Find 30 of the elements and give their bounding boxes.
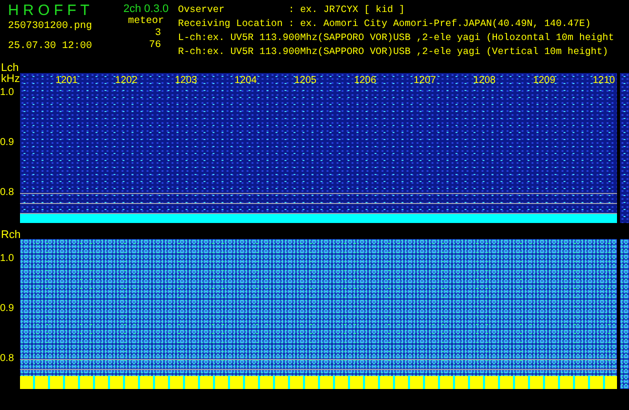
channel-label: Lch bbox=[1, 62, 19, 74]
frequency-label: 1206 bbox=[354, 75, 376, 87]
frequency-label: 1208 bbox=[473, 75, 496, 87]
axis-label: 1.0 bbox=[0, 87, 14, 99]
axis-label: 0.9 bbox=[0, 303, 14, 315]
meteor-count: 76 bbox=[148, 40, 161, 52]
frequency-label: 1209 bbox=[533, 75, 556, 87]
frequency-label: 1205 bbox=[294, 75, 316, 87]
axis-label: 1.0 bbox=[0, 253, 14, 265]
axis-label: 0.9 bbox=[0, 137, 14, 149]
frequency-label: 1207 bbox=[414, 75, 436, 87]
axis-label: 0.8 bbox=[0, 353, 14, 365]
station-info: Ovserver : ex. JR7CYX [ kid ] bbox=[178, 3, 406, 17]
station-info: Receiving Location : ex. Aomori City Aomori-Pref.JAPAN(40.49N, 140.47E) bbox=[178, 17, 592, 31]
file-name: 2507301200.png bbox=[8, 20, 94, 34]
app-title: H R O F F T bbox=[8, 2, 90, 20]
frequency-label: 1203 bbox=[174, 75, 198, 87]
station-info: R-ch:ex. UV5R 113.900Mhz(SAPPORO VOR)USB ,2-ele yagi (Vertical 10m height) bbox=[178, 45, 610, 59]
frequency-label: 1201 bbox=[55, 75, 78, 87]
channel-label: Rch bbox=[1, 229, 21, 241]
timestamp: 25.07.30 12:00 bbox=[8, 40, 94, 54]
frequency-label: 1204 bbox=[234, 75, 257, 87]
meteor-count: 3 bbox=[154, 28, 161, 40]
frequency-label: 1202 bbox=[115, 75, 138, 87]
version-label: 2ch 0.3.0 bbox=[123, 2, 169, 16]
axis-label: 0.8 bbox=[0, 187, 14, 199]
unit-label: kHz bbox=[1, 74, 20, 85]
frequency-label: 1210 bbox=[592, 75, 615, 87]
meteor-label: meteor bbox=[128, 16, 164, 28]
station-info: L-ch:ex. UV5R 113.900Mhz(SAPPORO VOR)USB ,2-ele yagi (Holozontal 10m height bbox=[178, 31, 614, 45]
